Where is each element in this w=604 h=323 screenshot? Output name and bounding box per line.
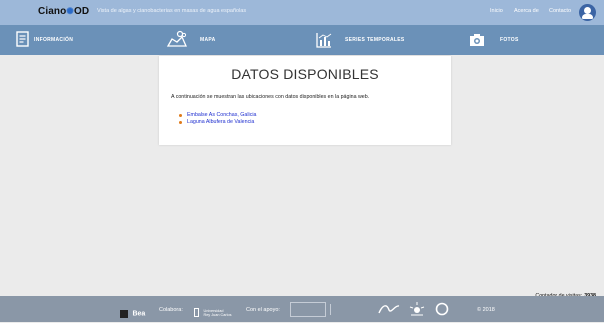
nav-label-fotos: FOTOS — [500, 37, 519, 43]
sponsor-wave-icon — [378, 305, 400, 314]
ministry-logo-icon — [330, 304, 370, 315]
sponsor-logos[interactable] — [378, 302, 451, 321]
nav-label-mapa: MAPA — [200, 37, 216, 43]
site-tagline: Vista de algas y cianobacterias en masas… — [97, 8, 247, 14]
nav-item-series-temporales[interactable]: SERIES TEMPORALES — [316, 25, 426, 55]
top-bar: Ciano✺OD Vista de algas y cianobacterias… — [0, 0, 604, 25]
location-link-as-conchas[interactable]: Embalse As Conchas, Galicia — [187, 112, 256, 118]
nav-label-series: SERIES TEMPORALES — [345, 37, 405, 43]
footer: Bea Colabora: Universidad Rey Juan Carlo… — [0, 296, 604, 322]
intro-text: A continuación se muestran las ubicacion… — [171, 94, 370, 100]
list-item: Embalse As Conchas, Galicia — [179, 112, 256, 119]
sponsor-circle-icon — [435, 302, 449, 316]
available-data-card: DATOS DISPONIBLES A continuación se mues… — [159, 56, 451, 145]
avatar-head — [584, 7, 591, 14]
bea-logo-icon — [120, 309, 128, 318]
government-logos[interactable] — [290, 302, 370, 317]
camera-icon — [470, 34, 484, 46]
main-navbar: INFORMACIÓN MAPA SERIES TEMPORALES FOTOS — [0, 25, 604, 55]
bullet-icon — [179, 121, 182, 124]
bea-logo[interactable]: Bea — [120, 305, 145, 323]
top-link-inicio[interactable]: Inicio — [490, 8, 503, 14]
locations-list: Embalse As Conchas, Galicia Laguna Albuf… — [179, 112, 256, 126]
nav-item-informacion[interactable]: INFORMACIÓN — [16, 25, 116, 55]
spain-gov-logo-icon — [290, 302, 326, 317]
support-label: Con el apoyo: — [246, 307, 280, 313]
bullet-icon — [179, 114, 182, 117]
nav-item-fotos[interactable]: FOTOS — [469, 25, 539, 55]
urjc-text: Universidad Rey Juan Carlos — [203, 308, 232, 317]
nav-label-informacion: INFORMACIÓN — [34, 37, 74, 43]
logo-text-prefix: Ciano — [38, 6, 67, 17]
collaborate-label: Colabora: — [159, 307, 183, 313]
top-link-acerca[interactable]: Acerca de — [514, 8, 539, 14]
sponsor-sun-icon — [410, 302, 425, 316]
page-title: DATOS DISPONIBLES — [231, 66, 379, 82]
bea-logo-text: Bea — [132, 310, 146, 318]
urjc-icon — [194, 308, 199, 318]
urjc-logo[interactable]: Universidad Rey Juan Carlos — [194, 304, 232, 322]
document-icon — [16, 31, 29, 47]
logo-o-icon: ✺ — [66, 6, 74, 16]
nav-item-mapa[interactable]: MAPA — [166, 25, 246, 55]
avatar-body — [582, 14, 593, 19]
copyright: © 2018 — [477, 307, 495, 313]
top-link-contacto[interactable]: Contacto — [549, 8, 571, 14]
user-avatar-icon[interactable] — [579, 4, 596, 21]
list-item: Laguna Albufera de Valencia — [179, 119, 256, 126]
location-link-albufera[interactable]: Laguna Albufera de Valencia — [187, 119, 254, 125]
site-logo[interactable]: Ciano✺OD — [38, 6, 89, 17]
bar-chart-icon — [316, 33, 332, 48]
map-pin-icon — [166, 30, 188, 47]
logo-text-suffix: OD — [73, 6, 90, 17]
